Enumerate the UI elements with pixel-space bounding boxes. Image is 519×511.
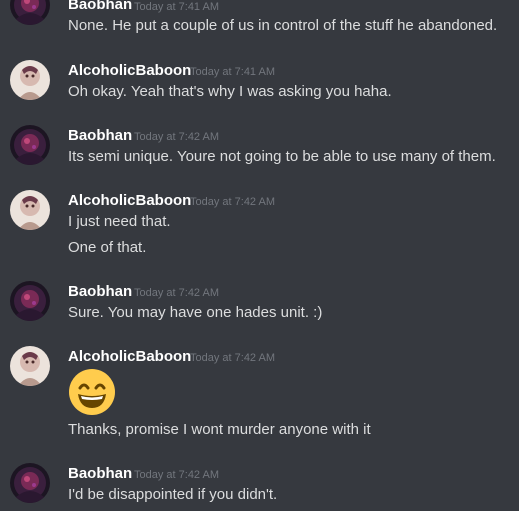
avatar[interactable] <box>10 346 50 386</box>
avatar[interactable] <box>10 0 50 25</box>
message-text: Oh okay. Yeah that's why I was asking yo… <box>68 83 392 100</box>
timestamp: Today at 7:42 AM <box>134 131 219 143</box>
username[interactable]: Baobhan <box>68 0 132 14</box>
username[interactable]: Baobhan <box>68 465 132 483</box>
message-text: Its semi unique. Youre not going to be a… <box>68 148 496 165</box>
username[interactable]: AlcoholicBaboon <box>68 192 191 210</box>
timestamp: Today at 7:42 AM <box>190 352 275 364</box>
message-text: Sure. You may have one hades unit. :) <box>68 304 323 321</box>
username[interactable]: AlcoholicBaboon <box>68 348 191 366</box>
avatar[interactable] <box>10 60 50 100</box>
chat-messages: Baobhan Today at 7:41 AM None. He put a … <box>0 0 519 511</box>
timestamp: Today at 7:41 AM <box>190 66 275 78</box>
timestamp: Today at 7:42 AM <box>190 196 275 208</box>
avatar[interactable] <box>10 463 50 503</box>
message-text: I just need that. <box>68 213 171 230</box>
message-text: I'd be disappointed if you didn't. <box>68 486 278 503</box>
timestamp: Today at 7:42 AM <box>134 469 219 481</box>
message-text: None. He put a couple of us in control o… <box>68 17 498 34</box>
avatar[interactable] <box>10 190 50 230</box>
message-text: One of that. <box>68 239 147 256</box>
avatar[interactable] <box>10 125 50 165</box>
username[interactable]: Baobhan <box>68 283 132 301</box>
timestamp: Today at 7:41 AM <box>134 1 219 13</box>
username[interactable]: Baobhan <box>68 127 132 145</box>
timestamp: Today at 7:42 AM <box>134 287 219 299</box>
username[interactable]: AlcoholicBaboon <box>68 62 191 80</box>
avatar[interactable] <box>10 281 50 321</box>
message-text: Thanks, promise I wont murder anyone wit… <box>68 421 371 438</box>
smile-emoji-icon[interactable] <box>68 368 116 416</box>
